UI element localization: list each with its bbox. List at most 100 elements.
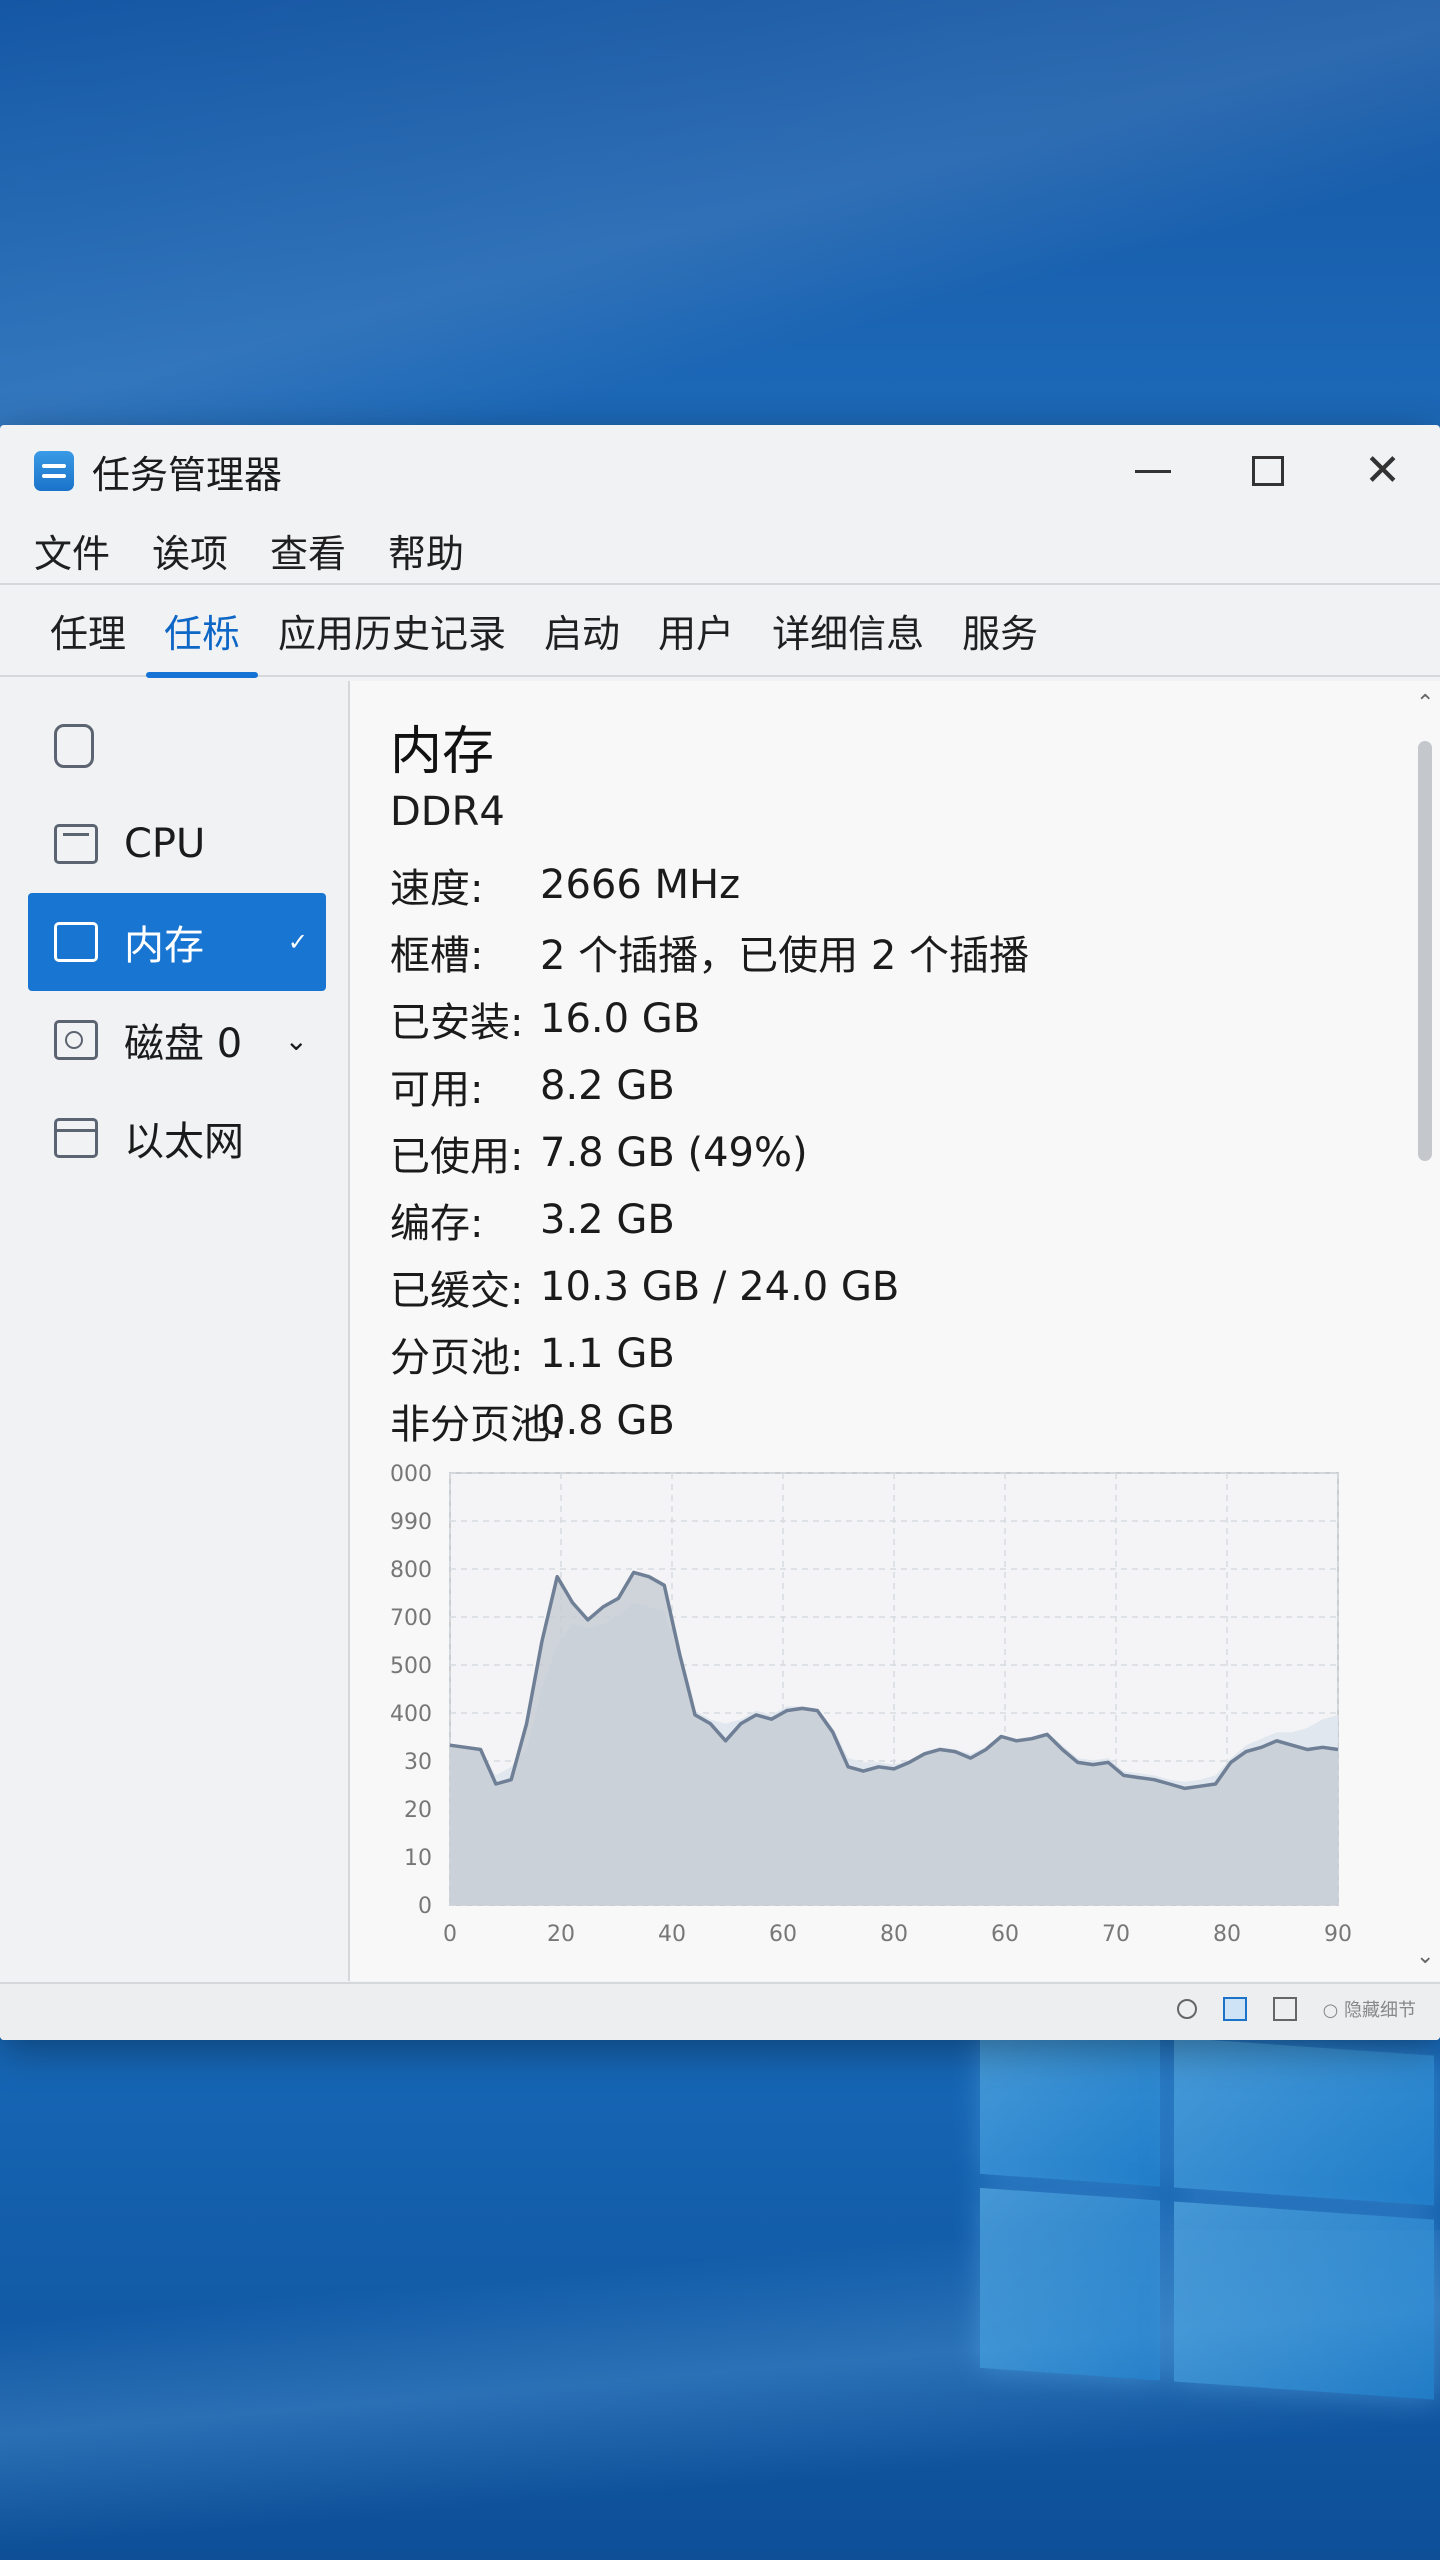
x-tick-label: 60 bbox=[991, 1922, 1019, 1947]
panel-title: 内存 bbox=[390, 722, 495, 782]
refresh-icon bbox=[54, 724, 94, 768]
sidebar-item-memory[interactable]: 内存 ✓ bbox=[28, 893, 326, 991]
stat-paged-pool: 分页池: 1.1 GB bbox=[390, 1320, 1029, 1387]
x-tick-label: 20 bbox=[547, 1922, 575, 1947]
y-tick-label: 700 bbox=[390, 1606, 432, 1631]
memory-panel: 内存 DDR4 速度: 2666 MHz 框槽: 2 个插播，已使用 2 个插播 已… bbox=[350, 681, 1440, 1981]
x-tick-label: 40 bbox=[658, 1922, 686, 1947]
y-tick-label: 20 bbox=[404, 1798, 432, 1823]
stat-value: 16.0 GB bbox=[540, 995, 701, 1042]
stat-label: 速度: bbox=[390, 865, 484, 912]
menu-view[interactable]: 查看 bbox=[270, 523, 346, 578]
menu-options[interactable]: 诶项 bbox=[152, 523, 228, 578]
y-tick-label: 800 bbox=[390, 1558, 432, 1583]
y-tick-label: 10 bbox=[404, 1846, 432, 1871]
disk-icon bbox=[54, 1020, 98, 1060]
stat-label: 可用: bbox=[390, 1066, 484, 1113]
scroll-down-icon[interactable]: ⌄ bbox=[1416, 1944, 1434, 1969]
sidebar-item-label: CPU bbox=[124, 821, 206, 867]
y-tick-label: 400 bbox=[390, 1702, 432, 1727]
minimize-button[interactable] bbox=[1095, 425, 1210, 517]
stat-available: 可用: 8.2 GB bbox=[390, 1052, 1029, 1119]
stat-value: 10.3 GB / 24.0 GB bbox=[540, 1263, 900, 1310]
vertical-scrollbar[interactable]: ⌃ ⌄ bbox=[1410, 681, 1440, 1981]
stat-value: 7.8 GB (49%) bbox=[540, 1129, 808, 1176]
x-tick-label: 90 bbox=[1324, 1922, 1352, 1947]
stat-label: 非分页池: bbox=[390, 1401, 564, 1448]
sidebar-item-disk[interactable]: 磁盘 0 ⌄ bbox=[28, 991, 326, 1089]
summary-view-icon[interactable] bbox=[1222, 1997, 1247, 2021]
stat-value: 2666 MHz bbox=[540, 861, 741, 908]
y-tick-label: 500 bbox=[390, 1654, 432, 1679]
stat-cached: 编存: 3.2 GB bbox=[390, 1186, 1029, 1253]
chevron-down-icon[interactable]: ⌄ bbox=[285, 1024, 308, 1057]
menu-help[interactable]: 帮助 bbox=[388, 523, 464, 578]
stat-label: 已使用: bbox=[390, 1133, 524, 1180]
x-tick-label: 80 bbox=[880, 1922, 908, 1947]
tab-details[interactable]: 详细信息 bbox=[772, 584, 924, 676]
minimize-icon bbox=[1134, 469, 1171, 473]
window-title: 任务管理器 bbox=[92, 452, 283, 497]
scroll-up-icon[interactable]: ⌃ bbox=[1416, 691, 1434, 716]
tab-processes[interactable]: 任理 bbox=[50, 584, 126, 676]
sidebar-item-ethernet[interactable]: 以太网 bbox=[28, 1089, 326, 1187]
tab-bar: 任理 任栎 应用历史记录 启动 用户 详细信息 服务 bbox=[0, 584, 1440, 678]
y-tick-label: 0 bbox=[418, 1894, 432, 1919]
stat-committed: 已缓交: 10.3 GB / 24.0 GB bbox=[390, 1253, 1029, 1320]
performance-content: CPU 内存 ✓ 磁盘 0 ⌄ 以太网 内存 DDR4 速度: 2666 MHz bbox=[0, 681, 1440, 1981]
stat-nonpaged-pool: 非分页池: 0.8 GB bbox=[390, 1387, 1029, 1454]
stat-label: 编存: bbox=[390, 1200, 484, 1247]
memory-type: DDR4 bbox=[390, 789, 505, 835]
sidebar-item-label: 磁盘 0 bbox=[124, 1021, 243, 1067]
maximize-button[interactable] bbox=[1210, 425, 1325, 517]
stat-speed: 速度: 2666 MHz bbox=[390, 851, 1029, 918]
resource-sidebar: CPU 内存 ✓ 磁盘 0 ⌄ 以太网 bbox=[0, 681, 350, 1981]
stat-label: 已安装: bbox=[390, 999, 524, 1046]
document-icon[interactable] bbox=[1272, 1997, 1297, 2021]
x-tick-label: 80 bbox=[1213, 1922, 1241, 1947]
circle-icon[interactable] bbox=[1176, 1999, 1197, 2019]
scroll-thumb[interactable] bbox=[1418, 741, 1432, 1161]
sidebar-item-cpu[interactable]: CPU bbox=[28, 795, 326, 893]
memory-stats: 速度: 2666 MHz 框槽: 2 个插播，已使用 2 个插播 已安装: 16.0 … bbox=[390, 851, 1029, 1454]
y-tick-label: 990 bbox=[390, 1510, 432, 1535]
close-icon: ✕ bbox=[1364, 445, 1401, 496]
stat-label: 分页池: bbox=[390, 1334, 524, 1381]
tab-startup[interactable]: 启动 bbox=[544, 584, 620, 676]
check-icon: ✓ bbox=[287, 928, 308, 956]
stat-in-use: 已使用: 7.8 GB (49%) bbox=[390, 1119, 1029, 1186]
stat-label: 框槽: bbox=[390, 932, 484, 979]
memory-usage-chart: 000 990 800 700 500 400 30 20 10 0 0 20 40 60 80 60 70 80… bbox=[370, 1461, 1440, 1981]
stat-installed: 已安装: 16.0 GB bbox=[390, 985, 1029, 1052]
stat-value: 1.1 GB bbox=[540, 1330, 675, 1377]
tab-services[interactable]: 服务 bbox=[962, 584, 1038, 676]
status-text[interactable]: ○ 隐藏细节 bbox=[1323, 1996, 1416, 2022]
menu-file[interactable]: 文件 bbox=[34, 523, 110, 578]
memory-chart-svg: 000 990 800 700 500 400 30 20 10 00 20 40 60 80 60 70 80… bbox=[390, 1462, 1352, 1947]
title-bar[interactable]: 任务管理器 ✕ bbox=[0, 425, 1440, 517]
tab-app-history[interactable]: 应用历史记录 bbox=[278, 584, 506, 676]
task-manager-window: 任务管理器 ✕ 文件 诶项 查看 帮助 任理 任栎 应用历史记录 启动 用户 详… bbox=[0, 425, 1440, 2040]
menu-bar: 文件 诶项 查看 帮助 bbox=[0, 517, 1440, 585]
sidebar-item-label: 以太网 bbox=[124, 1119, 244, 1165]
status-bar: ○ 隐藏细节 bbox=[0, 1982, 1440, 2040]
stat-slots: 框槽: 2 个插播，已使用 2 个插播 bbox=[390, 918, 1029, 985]
tab-users[interactable]: 用户 bbox=[658, 584, 734, 676]
x-tick-label: 70 bbox=[1102, 1922, 1130, 1947]
task-manager-icon bbox=[34, 451, 74, 491]
cpu-icon bbox=[54, 824, 98, 864]
tab-performance[interactable]: 任栎 bbox=[146, 584, 259, 678]
sidebar-item-refresh[interactable] bbox=[28, 697, 326, 795]
y-tick-label: 000 bbox=[390, 1462, 432, 1487]
memory-icon bbox=[54, 922, 98, 962]
stat-label: 已缓交: bbox=[390, 1267, 524, 1314]
sidebar-item-label: 内存 bbox=[124, 923, 204, 969]
y-tick-label: 30 bbox=[404, 1750, 432, 1775]
ethernet-icon bbox=[54, 1118, 98, 1158]
stat-value: 8.2 GB bbox=[540, 1062, 675, 1109]
stat-value: 2 个插播，已使用 2 个插播 bbox=[540, 932, 1030, 979]
maximize-icon bbox=[1251, 456, 1284, 486]
close-button[interactable]: ✕ bbox=[1325, 425, 1440, 517]
x-tick-label: 60 bbox=[769, 1922, 797, 1947]
window-controls: ✕ bbox=[1095, 425, 1440, 517]
